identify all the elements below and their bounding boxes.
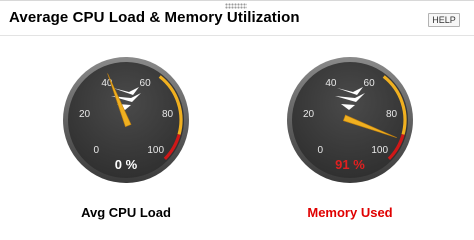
tick-label: 60 — [140, 78, 152, 89]
cpu-gauge-svg: 02040 60801000 % — [63, 57, 189, 183]
tick-label: 0 — [94, 145, 100, 156]
tick-label: 0 — [318, 145, 324, 156]
cpu-load-gauge: 0 20 40 60 80 100 0 % — [61, 55, 191, 185]
cpu-memory-widget: Average CPU Load & Memory Utilization HE… — [0, 0, 474, 240]
widget-title: Average CPU Load & Memory Utilization — [9, 9, 300, 26]
tick-label: 80 — [162, 109, 174, 120]
gauge-value: 91 % — [335, 157, 365, 172]
tick-label: 40 — [325, 78, 337, 89]
gauge-value: 0 % — [115, 157, 138, 172]
cpu-load-label: Avg CPU Load — [81, 205, 171, 220]
help-button[interactable]: HELP — [428, 13, 460, 27]
tick-label: 20 — [303, 109, 315, 120]
tick-label: 60 — [364, 78, 376, 89]
memory-gauge-svg: 0 20 40 60 80 100 91 % — [287, 57, 413, 183]
tick-label: 100 — [147, 145, 164, 156]
tick-label: 80 — [386, 109, 398, 120]
memory-used-label: Memory Used — [307, 205, 393, 220]
tick-label: 20 — [79, 109, 91, 120]
tick-label: 100 — [371, 145, 388, 156]
title-divider — [0, 35, 474, 36]
memory-used-gauge: 0 20 40 60 80 100 91 % — [285, 55, 415, 185]
